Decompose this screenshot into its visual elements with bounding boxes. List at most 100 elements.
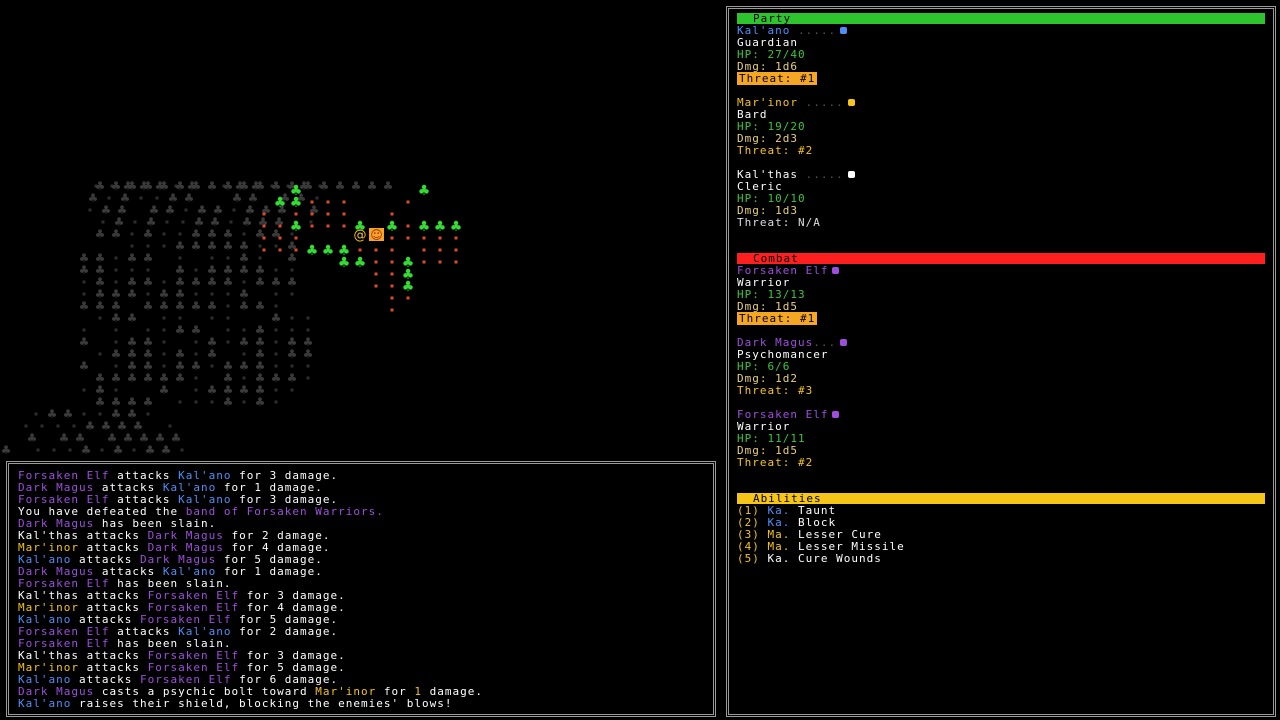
enemy-card[interactable]: Dark Magus... Psychomancer HP: 6/6 Dmg: 1d2… <box>737 337 1265 397</box>
enemy-status-icon[interactable] <box>832 410 840 418</box>
explored-floor-dot <box>226 340 230 344</box>
unit-threat: Threat: #3 <box>737 384 814 397</box>
unit-role: Cleric <box>737 180 783 193</box>
visible-floor-dot <box>406 236 410 240</box>
explored-floor-dot <box>114 256 118 260</box>
explored-floor-dot <box>168 424 172 428</box>
explored-tree-icon: ♣ <box>207 383 218 397</box>
explored-floor-dot <box>274 328 278 332</box>
explored-floor-dot <box>100 448 104 452</box>
explored-floor-dot <box>258 256 262 260</box>
explored-floor-dot <box>68 448 72 452</box>
visible-tree-icon: ♣ <box>418 219 431 235</box>
explored-floor-dot <box>274 304 278 308</box>
visible-tree-icon: ♣ <box>354 255 367 271</box>
enemy-status-icon[interactable] <box>840 338 848 346</box>
visible-tree-icon: ♣ <box>338 255 351 271</box>
explored-tree-icon: ♣ <box>207 239 218 253</box>
explored-floor-dot <box>88 208 92 212</box>
player-icon: @ <box>354 228 367 243</box>
enemy-card[interactable]: Forsaken Elf Warrior HP: 11/11 Dmg: 1d5 Thre… <box>737 409 1265 469</box>
ability-item[interactable]: (5) Ka. Cure Wounds <box>737 553 1265 565</box>
log-line: Kal'ano raises their shield, blocking th… <box>18 698 704 710</box>
explored-floor-dot <box>306 376 310 380</box>
explored-floor-dot <box>146 244 150 248</box>
visible-floor-dot <box>342 212 346 216</box>
enemy-status-icon[interactable] <box>832 266 840 274</box>
explored-floor-dot <box>194 340 198 344</box>
explored-floor-dot <box>290 364 294 368</box>
unit-role: Bard <box>737 108 768 121</box>
explored-tree-icon: ♣ <box>159 179 170 193</box>
explored-floor-dot <box>242 280 246 284</box>
explored-floor-dot <box>130 232 134 236</box>
explored-floor-dot <box>181 220 185 224</box>
visible-floor-dot <box>374 284 378 288</box>
visible-floor-dot <box>262 236 266 240</box>
explored-tree-icon: ♣ <box>191 323 202 337</box>
explored-tree-icon: ♣ <box>239 263 250 277</box>
explored-floor-dot <box>274 244 278 248</box>
explored-floor-dot <box>162 364 166 368</box>
party-member-card[interactable]: Kal'thas ..... Cleric HP: 10/10 Dmg: 1d3 Thr… <box>737 169 1265 229</box>
dungeon-map[interactable]: ♣ ♣ ♣ ♣ ♣ ♣ ♣ ♣ ♣ ♣ ♣ ♣ ♣ ♣ ♣ ♣ ♣ ♣ ♣ ♣ ♣ ♣ ♣ ♣ ♣ ♣ ♣ ♣ ♣ ♣ ♣ ♣ ♣ ♣ ♣ ♣ ♣ ♣ ♣ ♣… <box>0 0 720 460</box>
explored-tree-icon: ♣ <box>255 395 266 409</box>
explored-floor-dot <box>290 292 294 296</box>
explored-floor-dot <box>178 256 182 260</box>
explored-tree-icon: ♣ <box>191 179 202 193</box>
member-status-icon[interactable] <box>847 170 855 178</box>
map-canvas[interactable]: ♣ ♣ ♣ ♣ ♣ ♣ ♣♣ ♣ ♣ ♣ ♣ ♣ ♣ ♣♣ ♣ ♣ ♣ ♣ ♣ ♣ ♣ ♣ ♣♣ ♣ ♣ ♣ ♣ ♣ ♣♣ ♣ ♣ ♣ ♣ ♣ ♣ ♣… <box>0 0 720 460</box>
explored-floor-dot <box>315 196 319 200</box>
visible-floor-dot <box>438 260 442 264</box>
explored-tree-icon: ♣ <box>159 383 170 397</box>
unit-hp: HP: 10/10 <box>737 192 806 205</box>
explored-tree-icon: ♣ <box>271 371 282 385</box>
explored-floor-dot <box>242 232 246 236</box>
visible-floor-dot <box>342 224 346 228</box>
party-face-icon: ☺ <box>370 228 383 242</box>
explored-floor-dot <box>162 232 166 236</box>
visible-tree-icon: ♣ <box>450 219 463 235</box>
explored-floor-dot <box>162 280 166 284</box>
explored-tree-icon: ♣ <box>255 179 266 193</box>
explored-floor-dot <box>226 304 230 308</box>
explored-tree-icon: ♣ <box>287 275 298 289</box>
member-status-icon[interactable] <box>840 26 848 34</box>
party-member-card[interactable]: Mar'inor ..... Bard HP: 19/20 Dmg: 2d3 Threa… <box>737 97 1265 157</box>
ability-owner: Ka. <box>767 552 791 565</box>
explored-floor-dot <box>162 316 166 320</box>
unit-threat: Threat: #2 <box>737 456 814 469</box>
explored-floor-dot <box>114 328 118 332</box>
member-status-icon[interactable] <box>847 98 855 106</box>
explored-tree-icon: ♣ <box>175 371 186 385</box>
visible-tree-icon: ♣ <box>290 219 303 235</box>
explored-tree-icon: ♣ <box>143 227 154 241</box>
explored-floor-dot <box>258 244 262 248</box>
explored-floor-dot <box>114 388 118 392</box>
ability-key: (5) <box>737 552 760 565</box>
explored-floor-dot <box>242 376 246 380</box>
explored-floor-dot <box>82 388 86 392</box>
visible-floor-dot <box>262 248 266 252</box>
explored-floor-dot <box>178 316 182 320</box>
explored-floor-dot <box>82 412 86 416</box>
explored-floor-dot <box>242 328 246 332</box>
unit-name-row: Kal'ano ..... <box>737 25 1265 37</box>
enemy-card[interactable]: Forsaken Elf Warrior HP: 13/13 Dmg: 1d5 Thre… <box>737 265 1265 325</box>
log-segment: for 2 damage. <box>231 625 339 638</box>
party-member-card[interactable]: Kal'ano ..... Guardian HP: 27/40 Dmg: 1d6 Th… <box>737 25 1265 85</box>
explored-floor-dot <box>306 328 310 332</box>
explored-floor-dot <box>40 424 44 428</box>
visible-tree-icon: ♣ <box>290 195 303 211</box>
log-segment: raises their shield, blocking the enemie… <box>71 697 453 710</box>
explored-floor-dot <box>101 220 105 224</box>
visible-floor-dot <box>390 212 394 216</box>
unit-threat-row: Threat: #2 <box>737 457 1265 469</box>
visible-floor-dot <box>310 224 314 228</box>
explored-floor-dot <box>133 220 137 224</box>
visible-floor-dot <box>438 248 442 252</box>
explored-tree-icon: ♣ <box>367 179 378 193</box>
explored-floor-dot <box>194 400 198 404</box>
explored-tree-icon: ♣ <box>27 431 38 445</box>
